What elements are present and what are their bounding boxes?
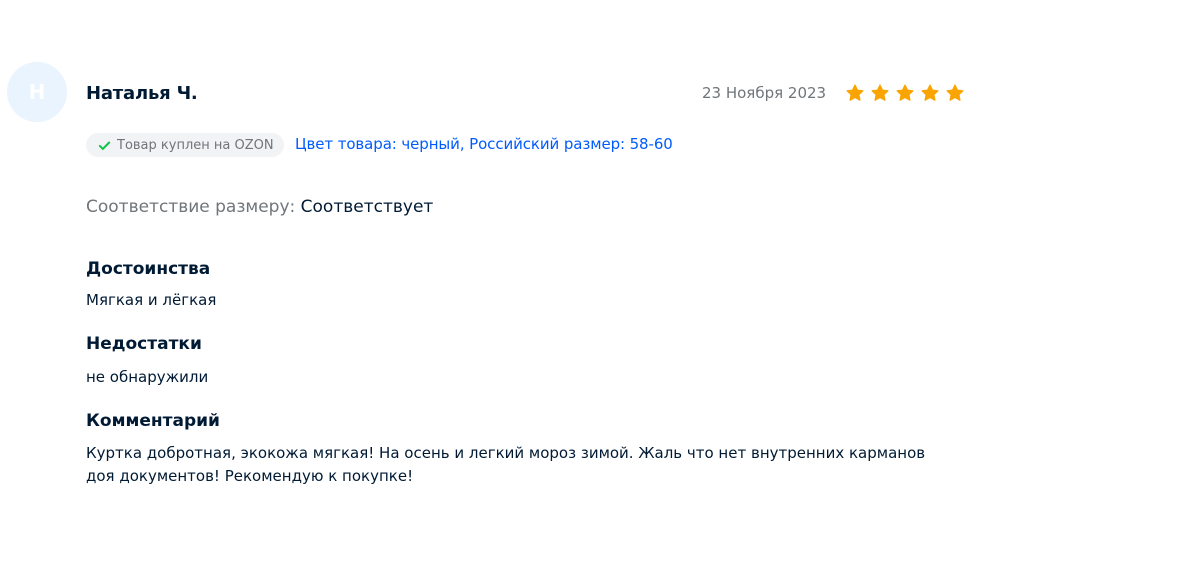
star-icon <box>946 84 964 101</box>
pros-title: Достоинства <box>86 259 211 279</box>
cons-title: Недостатки <box>86 334 202 354</box>
product-variant-link[interactable]: Цвет товара: черный, Российский размер: … <box>295 135 673 153</box>
cons-text: не обнаружили <box>86 368 209 386</box>
size-fit: Соответствие размеру: Соответствует <box>86 197 433 217</box>
star-icon <box>846 84 864 101</box>
rating-stars <box>845 83 965 103</box>
avatar: Н <box>7 62 67 122</box>
size-fit-label: Соответствие размеру: <box>86 197 296 217</box>
star-icon <box>896 84 914 101</box>
check-icon <box>98 141 111 150</box>
comment-title: Комментарий <box>86 411 220 431</box>
badge-text: Товар куплен на OZON <box>117 137 274 153</box>
avatar-letter: Н <box>28 80 46 104</box>
comment-text: Куртка добротная, экокожа мягкая! На осе… <box>86 444 926 485</box>
author-name[interactable]: Наталья Ч. <box>86 83 198 104</box>
purchase-badge: Товар куплен на OZON <box>86 133 284 157</box>
review-date: 23 Ноября 2023 <box>702 84 827 102</box>
star-icon <box>921 84 939 101</box>
pros-text: Мягкая и лёгкая <box>86 291 217 309</box>
size-fit-value: Соответствует <box>300 197 434 217</box>
star-icon <box>871 84 889 101</box>
